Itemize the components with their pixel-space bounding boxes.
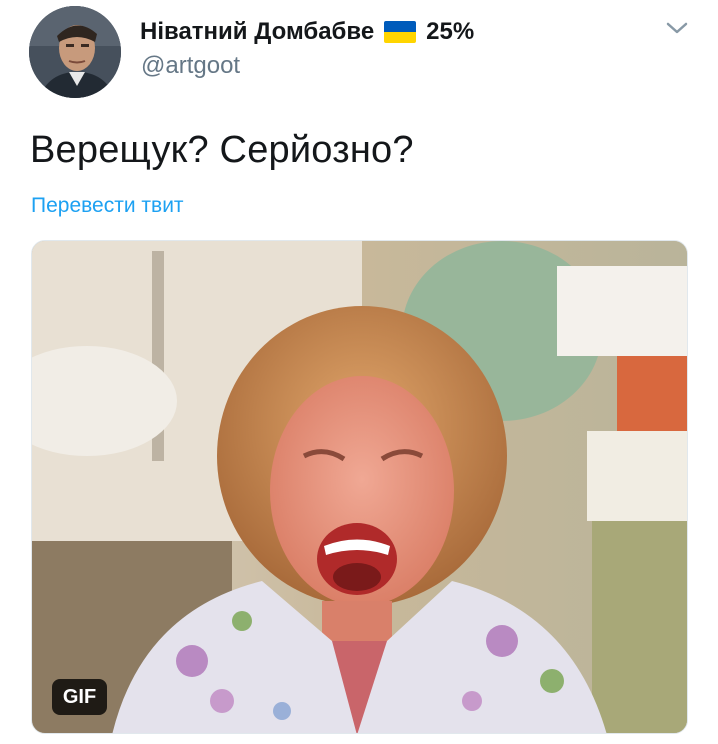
avatar[interactable] — [29, 6, 121, 98]
ukraine-flag-icon — [384, 21, 417, 43]
chevron-down-icon[interactable] — [664, 18, 690, 38]
translate-tweet-link[interactable]: Перевести твит — [31, 194, 184, 218]
author-handle[interactable]: @artgoot — [141, 52, 240, 80]
author-display-name[interactable]: Ніватний Домбабве — [140, 18, 374, 46]
author-name-percent: 25% — [426, 18, 475, 45]
gif-badge: GIF — [52, 679, 107, 715]
tweet-text: Верещук? Серйозно? — [30, 129, 414, 171]
laughing-woman-gif — [32, 241, 687, 733]
avatar-photo — [29, 6, 121, 98]
author-name-row: Ніватний Домбабве 25% — [140, 15, 474, 49]
tweet-media-gif[interactable]: GIF — [31, 240, 688, 734]
